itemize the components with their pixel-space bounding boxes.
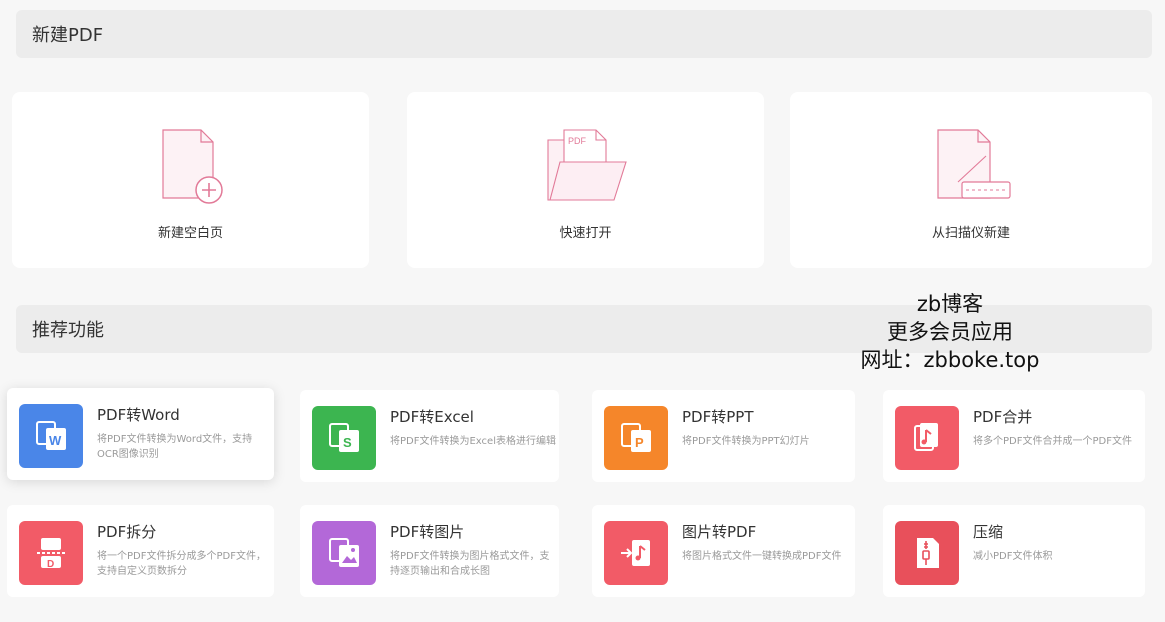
svg-text:D: D — [47, 559, 54, 570]
card-label: 快速打开 — [559, 226, 612, 241]
section-title: 新建PDF — [32, 25, 104, 46]
watermark-line: 网址：zbboke.top — [860, 348, 1040, 372]
feature-title: 图片转PDF — [682, 523, 757, 541]
card-label: 新建空白页 — [157, 226, 223, 241]
feature-desc: 将一个PDF文件拆分成多个PDF文件，支持自定义页数拆分 — [97, 551, 266, 577]
pdf-to-ppt-card[interactable]: P PDF转PPT 将PDF文件转换为PPT幻灯片 — [592, 390, 855, 482]
watermark-text: zb博客 更多会员应用 网址：zbboke.top — [840, 290, 1060, 374]
feature-title: PDF转PPT — [682, 408, 754, 426]
pdf-merge-icon — [895, 406, 959, 470]
feature-desc: 将PDF文件转换为Word文件，支持OCR图像识别 — [97, 434, 253, 460]
feature-title: PDF拆分 — [97, 523, 157, 541]
pdf-to-image-card[interactable]: PDF转图片 将PDF文件转换为图片格式文件，支持逐页输出和合成长图 — [300, 505, 559, 597]
scanner-new-card[interactable]: 从扫描仪新建 — [790, 92, 1152, 268]
pdf-split-icon: D — [19, 521, 83, 585]
section-title: 推荐功能 — [32, 320, 104, 341]
feature-desc: 将PDF文件转换为PPT幻灯片 — [682, 436, 810, 447]
blank-page-plus-icon — [143, 126, 239, 206]
new-blank-page-card[interactable]: 新建空白页 — [12, 92, 369, 268]
watermark-line: zb博客 — [916, 292, 984, 316]
open-folder-icon: PDF — [538, 126, 634, 206]
feature-title: PDF转图片 — [390, 523, 465, 541]
folder-tag: PDF — [568, 136, 587, 146]
pdf-to-word-icon: W — [19, 404, 83, 468]
scanner-page-icon — [923, 126, 1019, 206]
feature-desc: 减小PDF文件体积 — [973, 551, 1053, 562]
pdf-to-excel-card[interactable]: S PDF转Excel 将PDF文件转换为Excel表格进行编辑 — [300, 390, 559, 482]
image-to-pdf-card[interactable]: 图片转PDF 将图片格式文件一键转换成PDF文件 — [592, 505, 855, 597]
pdf-to-image-icon — [312, 521, 376, 585]
card-label: 从扫描仪新建 — [931, 226, 1010, 241]
feature-desc: 将PDF文件转换为Excel表格进行编辑 — [390, 436, 556, 447]
compress-card[interactable]: 压缩 减小PDF文件体积 — [883, 505, 1145, 597]
pdf-to-excel-icon: S — [312, 406, 376, 470]
compress-icon — [895, 521, 959, 585]
feature-desc: 将多个PDF文件合并成一个PDF文件 — [973, 436, 1132, 447]
feature-title: 压缩 — [973, 523, 1004, 541]
image-to-pdf-icon — [604, 521, 668, 585]
svg-text:P: P — [635, 435, 644, 450]
svg-text:W: W — [49, 433, 62, 448]
feature-title: PDF转Excel — [390, 408, 474, 426]
pdf-split-card[interactable]: D PDF拆分 将一个PDF文件拆分成多个PDF文件，支持自定义页数拆分 — [7, 505, 274, 597]
svg-text:S: S — [343, 435, 352, 450]
feature-desc: 将PDF文件转换为图片格式文件，支持逐页输出和合成长图 — [390, 551, 550, 577]
feature-title: PDF转Word — [97, 406, 180, 424]
pdf-home-screen: 新建PDF 新建空白页 PDF 快速打开 从扫描仪新建 推荐功能 W PDF转W… — [0, 0, 1165, 622]
pdf-to-ppt-icon: P — [604, 406, 668, 470]
pdf-merge-card[interactable]: PDF合并 将多个PDF文件合并成一个PDF文件 — [883, 390, 1145, 482]
feature-desc: 将图片格式文件一键转换成PDF文件 — [682, 551, 842, 562]
pdf-to-word-card[interactable]: W PDF转Word 将PDF文件转换为Word文件，支持OCR图像识别 — [7, 388, 274, 480]
feature-title: PDF合并 — [973, 408, 1033, 426]
quick-open-card[interactable]: PDF 快速打开 — [407, 92, 764, 268]
section-header-new-pdf: 新建PDF — [16, 10, 1152, 58]
watermark-line: 更多会员应用 — [887, 320, 1013, 344]
